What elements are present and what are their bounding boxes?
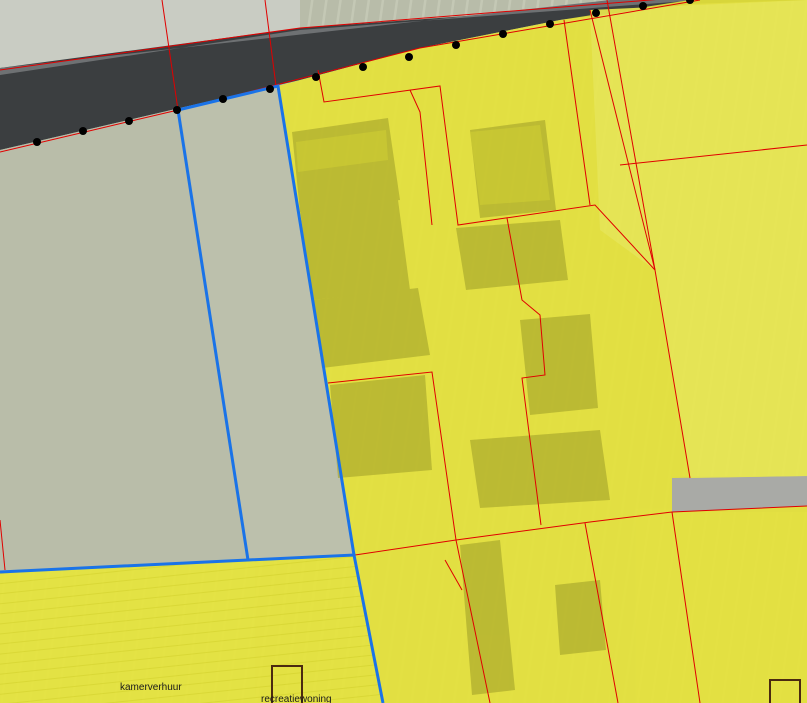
aerial-map[interactable]: kamerverhuur recreatiewoning: [0, 0, 807, 703]
map-canvas[interactable]: [0, 0, 807, 703]
label-recreatiewoning: recreatiewoning: [261, 694, 332, 703]
label-kamerverhuur: kamerverhuur: [120, 682, 182, 693]
